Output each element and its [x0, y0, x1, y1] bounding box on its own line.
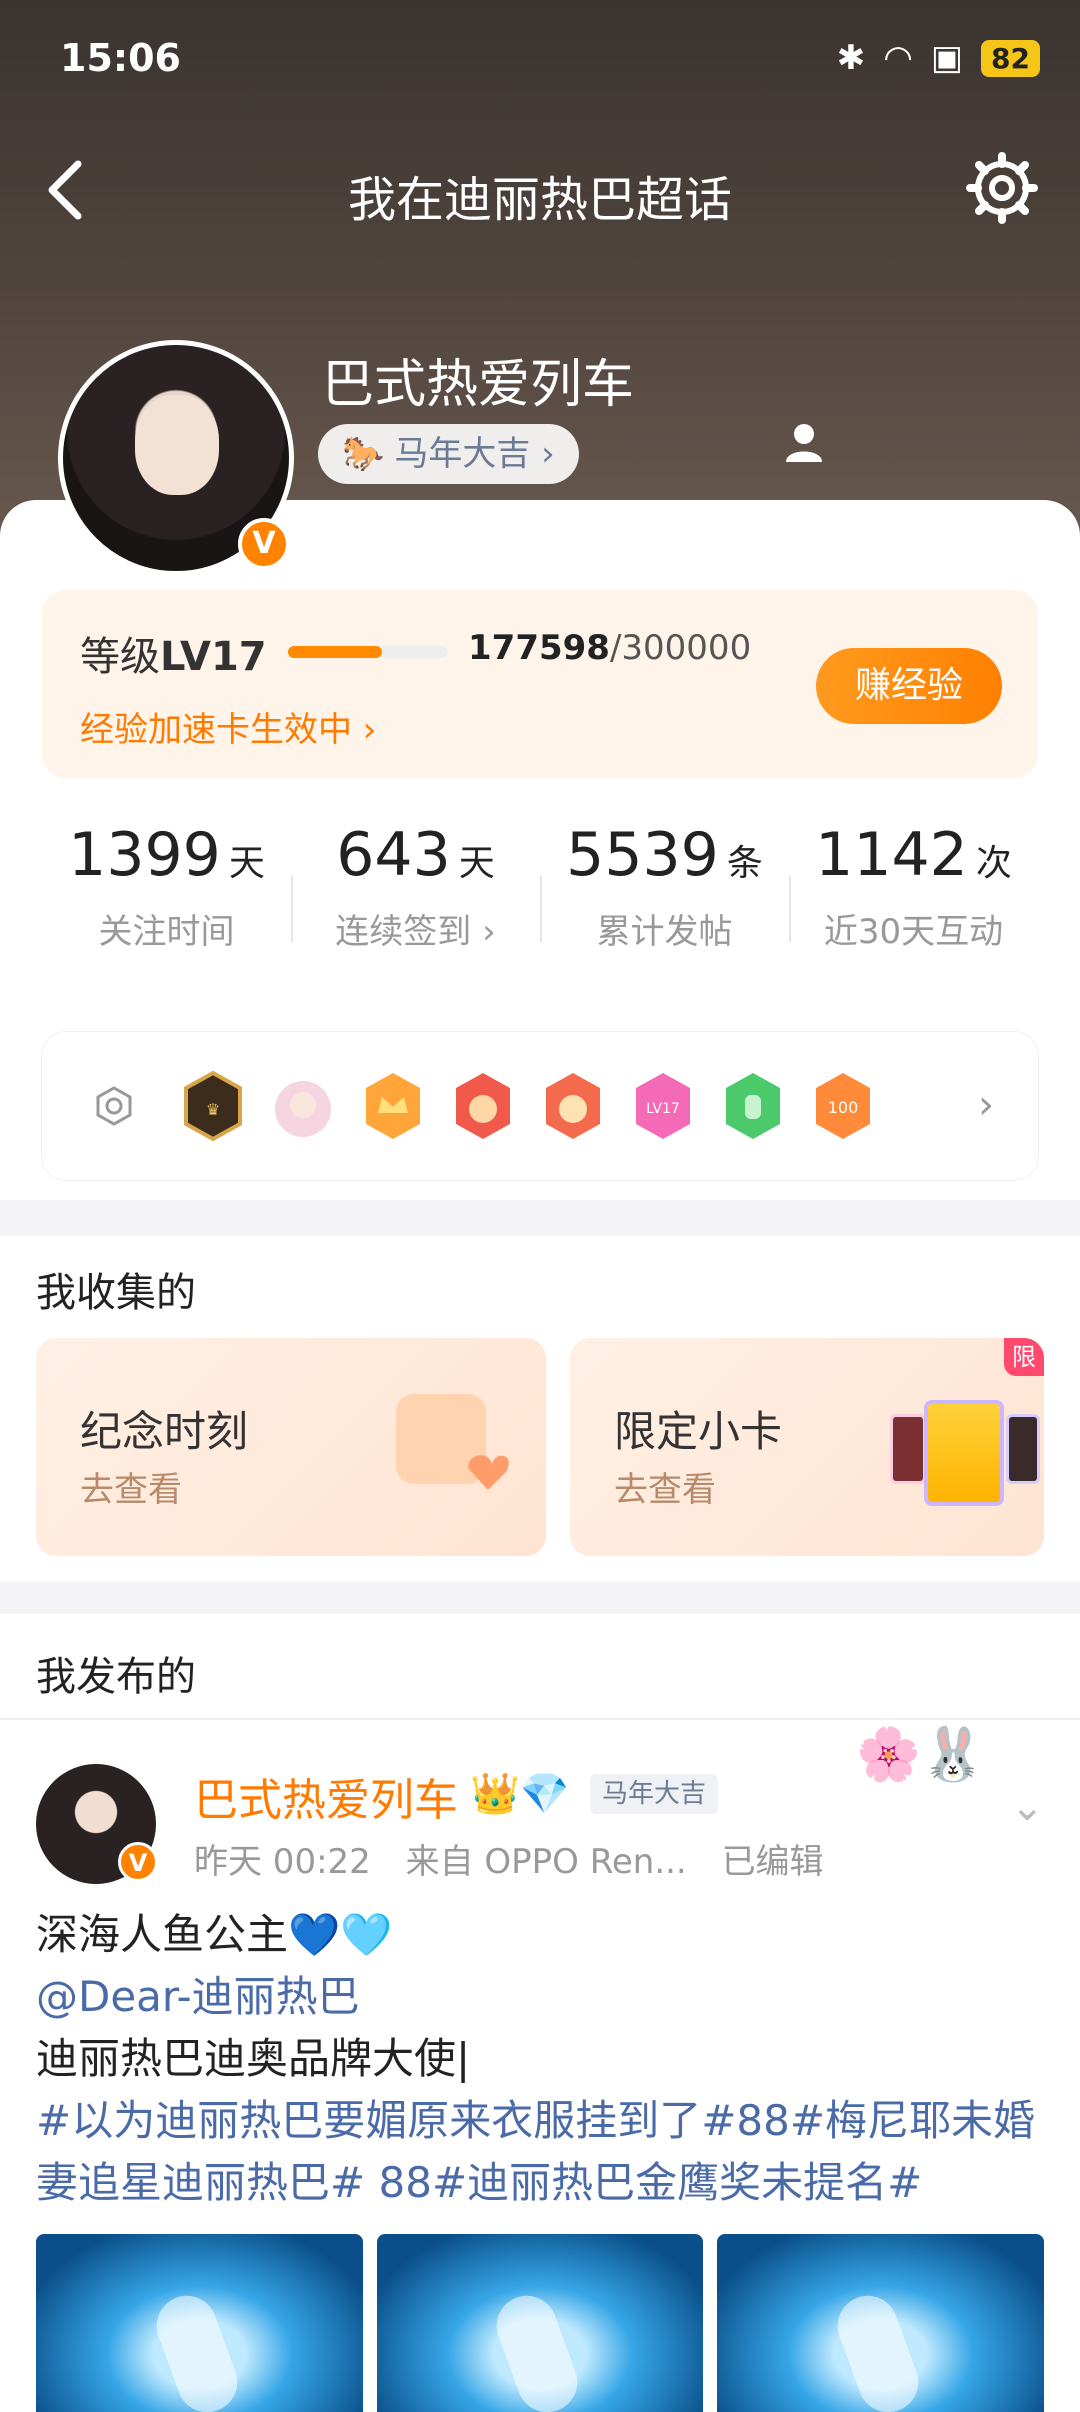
post-body: 深海人鱼公主💙🩵 @Dear-迪丽热巴 迪丽热巴迪奥品牌大使| #以为迪丽热巴要… [36, 1904, 1046, 2214]
chevron-down-icon[interactable]: ⌄ [1010, 1784, 1044, 1830]
post-meta: 昨天 00:22 来自 OPPO Ren... 已编辑 [194, 1834, 848, 1883]
crown-icon: 👑💎 [470, 1771, 570, 1817]
super-badge-icon[interactable]: ♛ [180, 1069, 246, 1143]
post-time: 昨天 00:22 [194, 1842, 371, 1882]
stat-checkin-days[interactable]: 643 天 连续签到 › [291, 820, 540, 1000]
post-image[interactable] [36, 2234, 363, 2412]
calendar-heart-icon [396, 1394, 509, 1490]
stat-unit: 天 [458, 843, 495, 884]
stat-unit: 次 [975, 843, 1012, 884]
posts-section: 我发布的 V 🌸🐰 巴式热爱列车 👑💎 马年大吉 ⌄ 昨天 00:22 来自 O… [0, 1614, 1080, 2412]
level-exp: 177598/300000 [468, 628, 751, 668]
stat-follow-days: 1399 天 关注时间 [42, 820, 291, 1000]
earn-exp-button[interactable]: 赚经验 [816, 648, 1002, 724]
post-images [36, 2234, 1045, 2412]
post-line: 深海人鱼公主💙🩵 [36, 1910, 393, 1959]
limited-tag: 限 [1004, 1338, 1044, 1376]
post-mention[interactable]: @Dear-迪丽热巴 [36, 1966, 1046, 2028]
level-progress-bar [288, 646, 448, 658]
status-icons: ✱ ◠ ▣ 82 [837, 38, 1040, 78]
settings-button[interactable] [964, 150, 1040, 226]
badge-strip[interactable]: ♛ LV17 100 › [42, 1032, 1038, 1180]
svg-text:100: 100 [828, 1098, 859, 1117]
post-author-name[interactable]: 巴式热爱列车 [194, 1764, 458, 1828]
stat-number: 5539 [566, 820, 719, 890]
battery-indicator: 82 [981, 39, 1040, 77]
wifi-icon: ◠ [883, 38, 913, 78]
crown-badge-icon[interactable] [360, 1069, 426, 1143]
stat-label: 连续签到 › [335, 912, 496, 952]
post-source: 来自 OPPO Ren... [405, 1842, 687, 1882]
lv17-badge-icon[interactable]: LV17 [630, 1069, 696, 1143]
stat-label: 关注时间 [98, 912, 235, 952]
card-subtitle: 去查看 [614, 1470, 716, 1510]
verified-badge: V [238, 518, 290, 570]
stat-label: 近30天互动 [823, 912, 1004, 952]
collect-title: 我收集的 [36, 1270, 196, 1316]
page-title: 我在迪丽热巴超话 [347, 172, 732, 228]
user-name: 巴式热爱列车 [322, 355, 635, 415]
horse-icon: 🐎 [342, 434, 385, 474]
boost-card-link[interactable]: 经验加速卡生效中 › [80, 702, 376, 751]
post-author-tag[interactable]: 马年大吉 [590, 1774, 719, 1814]
stat-label: 累计发帖 [596, 912, 733, 952]
stat-number: 643 [336, 820, 451, 890]
avatar-face [135, 395, 219, 495]
status-time: 15:06 [60, 36, 181, 80]
post-image[interactable] [717, 2234, 1045, 2412]
stats-row: 1399 天 关注时间 643 天 连续签到 › 5539 条 累计发帖 1142 次 … [42, 820, 1038, 1000]
stat-unit: 条 [726, 843, 763, 884]
user-title-tag[interactable]: 🐎 马年大吉 › [318, 424, 579, 484]
stat-number: 1142 [815, 820, 968, 890]
sim-icon: ▣ [930, 38, 964, 78]
bluetooth-icon: ✱ [836, 38, 866, 78]
card-subtitle: 去查看 [80, 1470, 182, 1510]
level-value: LV17 [160, 634, 267, 680]
level-label: 等级LV17 [80, 624, 267, 682]
stat-interactions: 1142 次 近30天互动 [789, 820, 1038, 1000]
level-progress-fill [288, 646, 383, 658]
exp-current: 177598 [468, 628, 610, 668]
post-edited: 已编辑 [721, 1842, 824, 1882]
bunny-sticker-icon: 🌸🐰 [856, 1725, 986, 1785]
post-line: 迪丽热巴迪奥品牌大使| [36, 2034, 471, 2083]
collect-section: 我收集的 纪念时刻 去查看 限定小卡 去查看 限 [0, 1236, 1080, 1582]
post-image[interactable] [376, 2234, 704, 2412]
character-badge-icon[interactable] [270, 1069, 336, 1143]
post-verified-badge: V [118, 1842, 158, 1882]
status-bar: 15:06 ✱ ◠ ▣ 82 [0, 0, 1080, 120]
person-icon[interactable] [782, 420, 826, 464]
stat-posts: 5539 条 累计发帖 [540, 820, 789, 1000]
divider [0, 1718, 1080, 1720]
svg-text:♛: ♛ [206, 1100, 220, 1119]
user-tag-label: 马年大吉 › [394, 434, 555, 474]
hand-badge-icon[interactable] [720, 1069, 786, 1143]
card-title: 限定小卡 [614, 1407, 783, 1456]
level-prefix: 等级 [80, 634, 160, 680]
medal-outline-icon [96, 1086, 132, 1126]
svg-text:LV17: LV17 [646, 1101, 680, 1117]
100days-badge-icon[interactable]: 100 [810, 1069, 876, 1143]
stat-number: 1399 [68, 820, 221, 890]
exp-total: /300000 [609, 628, 752, 668]
photo-card-stack [890, 1400, 1040, 1510]
limited-card-card[interactable]: 限定小卡 去查看 限 [570, 1338, 1044, 1556]
tiger-badge-icon[interactable] [450, 1069, 516, 1143]
posts-title: 我发布的 [36, 1654, 196, 1700]
memorial-moment-card[interactable]: 纪念时刻 去查看 [36, 1338, 546, 1556]
tiger-badge-2-icon[interactable] [540, 1069, 606, 1143]
post-hashtags[interactable]: #以为迪丽热巴要媚原来衣服挂到了#88#梅尼耶未婚妻追星迪丽热巴# 88#迪丽热… [36, 2090, 1046, 2214]
gear-icon [966, 152, 1038, 224]
chevron-right-icon[interactable]: › [978, 1082, 994, 1128]
stat-unit: 天 [228, 843, 265, 884]
card-title: 纪念时刻 [80, 1407, 249, 1456]
